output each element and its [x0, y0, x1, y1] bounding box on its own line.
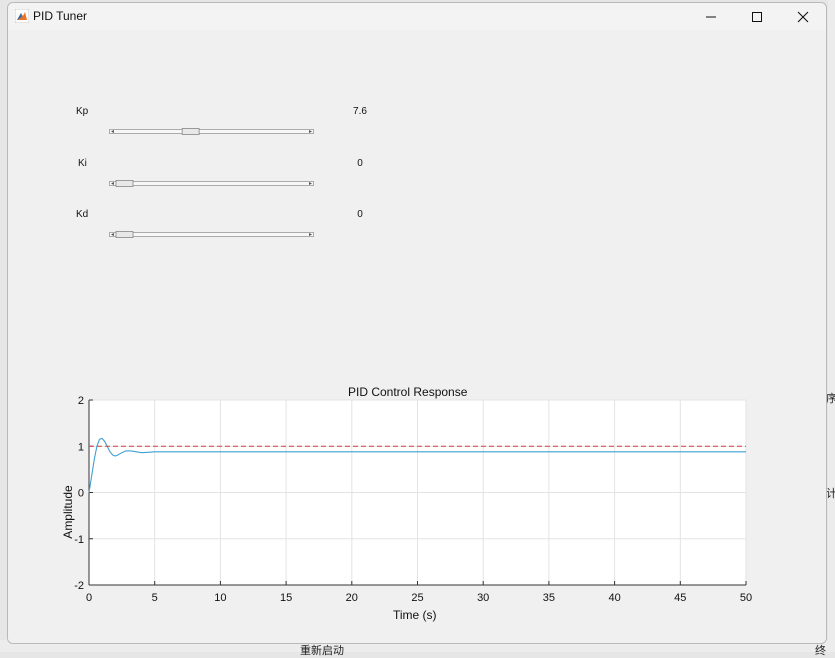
close-button[interactable]: [780, 3, 826, 30]
x-tick-label: 45: [674, 592, 686, 604]
maximize-icon: [752, 11, 762, 22]
desktop-text-fragment: 终: [815, 645, 826, 657]
desktop-text-fragment: 重新启动: [300, 645, 344, 657]
x-axis-label: Time (s): [393, 608, 437, 622]
x-tick-label: 40: [608, 592, 620, 604]
window-title: PID Tuner: [33, 9, 88, 23]
y-tick-label: -1: [74, 534, 84, 546]
x-tick-label: 25: [411, 592, 423, 604]
x-tick-label: 35: [543, 592, 555, 604]
x-tick-label: 15: [280, 592, 292, 604]
minimize-icon: [706, 16, 716, 17]
y-tick-label: -2: [74, 580, 84, 592]
x-tick-label: 0: [86, 592, 92, 604]
x-tick-label: 10: [214, 592, 226, 604]
y-tick-label: 1: [78, 441, 84, 453]
x-tick-label: 20: [346, 592, 358, 604]
y-tick-label: 0: [78, 488, 84, 500]
pid-tuner-window: PID Tuner Kp 7.6 Ki 0 Kd 0 PID Control R…: [7, 2, 827, 644]
minimize-button[interactable]: [688, 3, 734, 30]
figure-area: Kp 7.6 Ki 0 Kd 0 PID Control Response 05…: [8, 30, 826, 643]
x-tick-label: 50: [740, 592, 752, 604]
matlab-app-icon: [15, 9, 29, 23]
close-icon: [797, 11, 809, 22]
desktop-right-edge: [828, 0, 835, 652]
y-axis-label: Amplitude: [61, 485, 75, 539]
response-chart: 0 5 10 15 20 25 30 35 40 45 50 -2 -1 0 1 2: [74, 395, 752, 604]
title-bar[interactable]: PID Tuner: [8, 3, 826, 30]
desktop-text-fragment: 序: [826, 393, 835, 405]
x-tick-label: 5: [152, 592, 158, 604]
x-tick-label: 30: [477, 592, 489, 604]
maximize-button[interactable]: [734, 3, 780, 30]
desktop-text-fragment: 计: [826, 488, 835, 500]
y-tick-label: 2: [78, 395, 84, 407]
